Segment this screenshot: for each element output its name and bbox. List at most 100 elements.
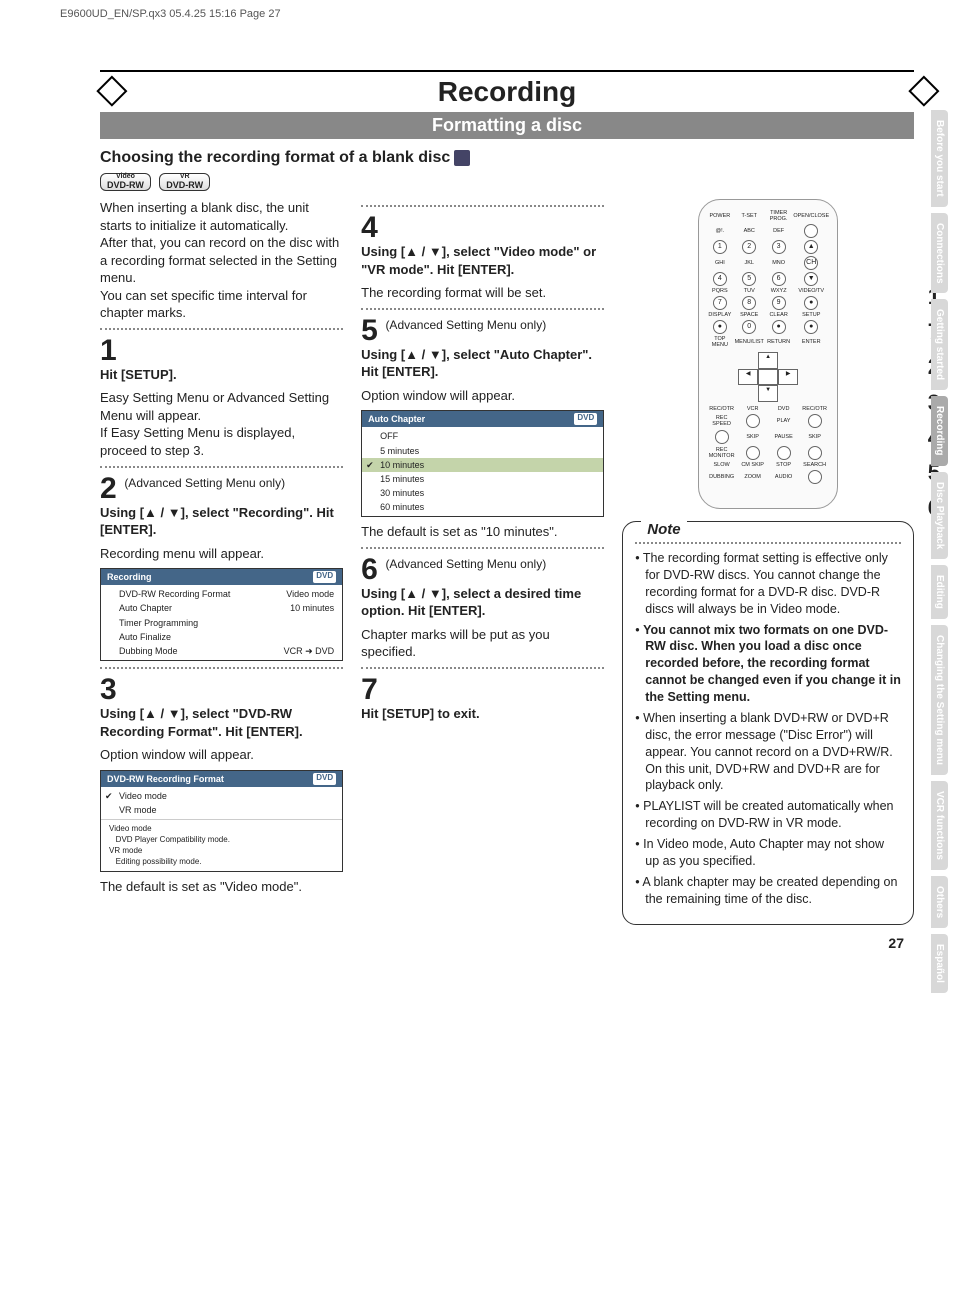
remote-button: 9 bbox=[772, 296, 786, 310]
step-7-head: Hit [SETUP] to exit. bbox=[361, 705, 604, 723]
remote-button: 8 bbox=[742, 296, 756, 310]
remote-label: OPEN/CLOSE bbox=[793, 213, 829, 219]
note-item: In Video mode, Auto Chapter may not show… bbox=[635, 836, 901, 870]
tab-others[interactable]: Others bbox=[931, 876, 948, 928]
remote-label: JKL bbox=[735, 260, 764, 266]
remote-label: SKIP bbox=[738, 434, 767, 440]
tab-changing-the-setting-menu[interactable]: Changing the Setting menu bbox=[931, 625, 948, 775]
remote-button: ▲ bbox=[804, 240, 818, 254]
remote-label: ENTER bbox=[793, 339, 829, 345]
step-6-note: (Advanced Setting Menu only) bbox=[385, 557, 546, 571]
step-3-foot: The default is set as "Video mode". bbox=[100, 878, 343, 896]
remote-button: 1 bbox=[713, 240, 727, 254]
badge-vr: VRDVD-RW bbox=[159, 173, 210, 191]
note-item: A blank chapter may be created depending… bbox=[635, 874, 901, 908]
remote-label: GHI bbox=[707, 260, 732, 266]
note-item: When inserting a blank DVD+RW or DVD+R d… bbox=[635, 710, 901, 794]
remote-button: CH bbox=[804, 256, 818, 270]
dpad-center bbox=[758, 369, 778, 386]
column-2: 4 Using [▲ / ▼], select "Video mode" or … bbox=[361, 199, 604, 925]
remote-label: STOP bbox=[769, 462, 798, 468]
disc-badges: VideoDVD-RW VRDVD-RW bbox=[100, 173, 914, 193]
remote-label: SKIP bbox=[800, 434, 829, 440]
remote-label: DISPLAY bbox=[707, 312, 732, 318]
step-6-head: Using [▲ / ▼], select a desired time opt… bbox=[361, 585, 604, 620]
tab-espa-ol[interactable]: Español bbox=[931, 934, 948, 993]
remote-button: 3 bbox=[772, 240, 786, 254]
note-item: The recording format setting is effectiv… bbox=[635, 550, 901, 618]
remote-label: CM SKIP bbox=[738, 462, 767, 468]
remote-label: PAUSE bbox=[769, 434, 798, 440]
remote-label: REC/OTR bbox=[800, 406, 829, 412]
remote-label: REC SPEED bbox=[707, 415, 736, 427]
osd-recording-menu: RecordingDVD DVD-RW Recording FormatVide… bbox=[100, 568, 343, 661]
remote-label: DUBBING bbox=[707, 474, 736, 480]
step-2-body: Recording menu will appear. bbox=[100, 545, 343, 563]
tab-connections[interactable]: Connections bbox=[931, 213, 948, 294]
remote-label: RETURN bbox=[766, 339, 791, 345]
remote-label: SEARCH bbox=[800, 462, 829, 468]
step-7-num: 7 bbox=[361, 675, 378, 705]
step-5-body: Option window will appear. bbox=[361, 387, 604, 405]
subtitle-bar: Formatting a disc bbox=[100, 112, 914, 139]
remote-button bbox=[777, 446, 791, 460]
remote-label: AUDIO bbox=[769, 474, 798, 480]
tab-editing[interactable]: Editing bbox=[931, 565, 948, 619]
step-2-note: (Advanced Setting Menu only) bbox=[124, 476, 285, 490]
remote-button: 4 bbox=[713, 272, 727, 286]
step-4-body: The recording format will be set. bbox=[361, 284, 604, 302]
remote-label: REC/OTR bbox=[707, 406, 736, 412]
remote-label: ABC bbox=[735, 228, 764, 234]
remote-label: @!. bbox=[707, 228, 732, 234]
remote-button bbox=[804, 224, 818, 238]
remote-button bbox=[808, 414, 822, 428]
tab-vcr-functions[interactable]: VCR functions bbox=[931, 781, 948, 870]
tab-recording[interactable]: Recording bbox=[931, 396, 948, 465]
remote-label: TIMER PROG. bbox=[766, 210, 791, 222]
tab-getting-started[interactable]: Getting started bbox=[931, 299, 948, 390]
remote-dpad: ▲ ◀ ▶ ▼ bbox=[738, 352, 798, 402]
remote-label: T-SET bbox=[735, 213, 764, 219]
osd-row: DVD-RW Recording FormatVideo mode bbox=[101, 587, 342, 601]
note-item: You cannot mix two formats on one DVD-RW… bbox=[635, 622, 901, 706]
osd-row: OFF bbox=[362, 429, 603, 443]
step-4-num: 4 bbox=[361, 213, 378, 243]
remote-label: REC MONITOR bbox=[707, 447, 736, 459]
remote-button bbox=[715, 430, 729, 444]
remote-button: 2 bbox=[742, 240, 756, 254]
step-1-body: Easy Setting Menu or Advanced Setting Me… bbox=[100, 389, 343, 459]
nav-icon bbox=[454, 150, 470, 166]
print-header: E9600UD_EN/SP.qx3 05.4.25 15:16 Page 27 bbox=[60, 8, 281, 20]
tab-disc-playback[interactable]: Disc Playback bbox=[931, 472, 948, 559]
badge-video: VideoDVD-RW bbox=[100, 173, 151, 191]
remote-button: 0 bbox=[742, 320, 756, 334]
remote-label: PQRS bbox=[707, 288, 732, 294]
step-3-body: Option window will appear. bbox=[100, 746, 343, 764]
step-6-num: 6 bbox=[361, 555, 378, 585]
remote-label: SLOW bbox=[707, 462, 736, 468]
intro-text: When inserting a blank disc, the unit st… bbox=[100, 199, 343, 322]
remote-label: VCR bbox=[738, 406, 767, 412]
remote-label: SPACE bbox=[735, 312, 764, 318]
step-1-num: 1 bbox=[100, 336, 117, 366]
step-2-num: 2 bbox=[100, 474, 117, 504]
osd-format-menu: DVD-RW Recording FormatDVD Video modeVR … bbox=[100, 770, 343, 873]
osd-row: Timer Programming bbox=[101, 616, 342, 630]
osd-row: 30 minutes bbox=[362, 486, 603, 500]
remote-button: ● bbox=[713, 320, 727, 334]
remote-button: 6 bbox=[772, 272, 786, 286]
remote-label: VIDEO/TV bbox=[793, 288, 829, 294]
remote-label: SETUP bbox=[793, 312, 829, 318]
column-1: When inserting a blank disc, the unit st… bbox=[100, 199, 343, 925]
step-3-head: Using [▲ / ▼], select "DVD-RW Recording … bbox=[100, 705, 343, 740]
step-6-body: Chapter marks will be put as you specifi… bbox=[361, 626, 604, 661]
tab-before-you-start[interactable]: Before you start bbox=[931, 110, 948, 207]
remote-button: ● bbox=[804, 296, 818, 310]
osd-row: Dubbing ModeVCR ➜ DVD bbox=[101, 644, 342, 658]
remote-button: ● bbox=[804, 320, 818, 334]
page-number: 27 bbox=[100, 935, 914, 951]
note-item: PLAYLIST will be created automatically w… bbox=[635, 798, 901, 832]
osd-row: 10 minutes bbox=[362, 458, 603, 472]
dpad-down-icon: ▼ bbox=[758, 385, 778, 402]
remote-button bbox=[808, 446, 822, 460]
